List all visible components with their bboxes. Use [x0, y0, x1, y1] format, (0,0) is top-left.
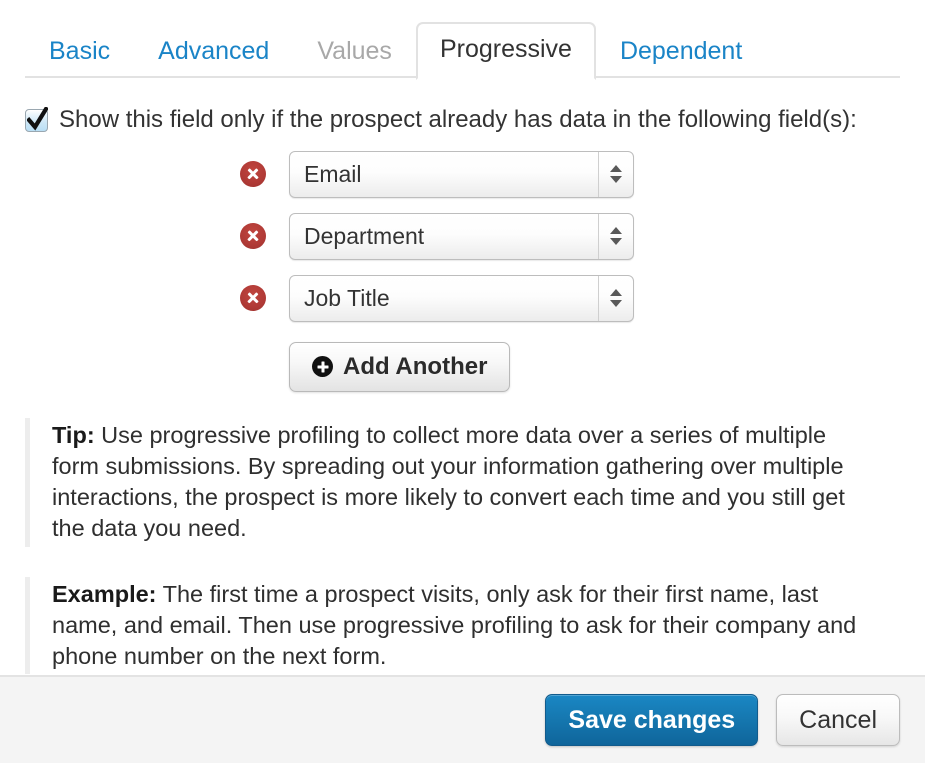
progressive-field-row: Job Title — [25, 274, 900, 322]
tip-note: Tip: Use progressive profiling to collec… — [25, 417, 900, 547]
chevron-down-icon — [610, 300, 622, 308]
cancel-button[interactable]: Cancel — [776, 694, 900, 746]
save-changes-button[interactable]: Save changes — [545, 694, 759, 746]
tab-advanced[interactable]: Advanced — [134, 37, 293, 78]
chevron-down-icon — [610, 176, 622, 184]
tab-progressive[interactable]: Progressive — [415, 22, 596, 80]
tip-note-text: Use progressive profiling to collect mor… — [52, 421, 845, 542]
add-another-label: Add Another — [343, 352, 488, 380]
progressive-field-select-1[interactable]: Email — [289, 150, 634, 198]
progressive-field-select-2[interactable]: Department — [289, 212, 634, 260]
progressive-enable-label: Show this field only if the prospect alr… — [59, 106, 857, 133]
plus-circle-icon — [312, 356, 333, 378]
help-notes: Tip: Use progressive profiling to collec… — [25, 417, 900, 675]
tab-dependent[interactable]: Dependent — [596, 37, 766, 78]
remove-field-icon[interactable] — [240, 285, 266, 312]
example-note: Example: The first time a prospect visit… — [25, 576, 900, 675]
progressive-field-select-3[interactable]: Job Title — [289, 274, 634, 322]
example-note-text: The first time a prospect visits, only a… — [52, 580, 857, 670]
dialog-footer: Save changes Cancel — [0, 675, 925, 763]
add-another-button[interactable]: Add Another — [289, 341, 511, 392]
chevron-up-icon — [610, 227, 622, 235]
progressive-field-value-2: Department — [304, 222, 425, 249]
chevron-down-icon — [610, 238, 622, 246]
tab-basic[interactable]: Basic — [25, 37, 134, 78]
progressive-enable-checkbox[interactable] — [25, 107, 48, 132]
select-stepper-icon[interactable] — [598, 213, 633, 259]
progressive-field-value-3: Job Title — [304, 284, 390, 311]
remove-field-icon[interactable] — [240, 223, 266, 250]
progressive-field-row: Email — [25, 150, 900, 198]
example-note-heading: Example: — [52, 580, 157, 607]
chevron-up-icon — [610, 165, 622, 173]
progressive-enable-row: Show this field only if the prospect alr… — [25, 106, 900, 134]
chevron-up-icon — [610, 289, 622, 297]
tab-panel-progressive: Show this field only if the prospect alr… — [0, 78, 925, 675]
progressive-profiling-panel: Basic Advanced Values Progressive Depend… — [0, 20, 925, 763]
progressive-field-value-1: Email — [304, 160, 362, 187]
select-stepper-icon[interactable] — [598, 151, 633, 197]
remove-field-icon[interactable] — [240, 161, 266, 188]
progressive-field-row: Department — [25, 212, 900, 260]
tab-list: Basic Advanced Values Progressive Depend… — [25, 20, 900, 80]
tab-strip: Basic Advanced Values Progressive Depend… — [25, 20, 900, 80]
tab-values[interactable]: Values — [293, 37, 416, 78]
checkmark-icon — [27, 107, 48, 131]
select-stepper-icon[interactable] — [598, 275, 633, 321]
tip-note-heading: Tip: — [52, 421, 95, 448]
progressive-field-list: Email Department Job Title — [25, 150, 900, 322]
add-another-row: Add Another — [25, 341, 900, 392]
